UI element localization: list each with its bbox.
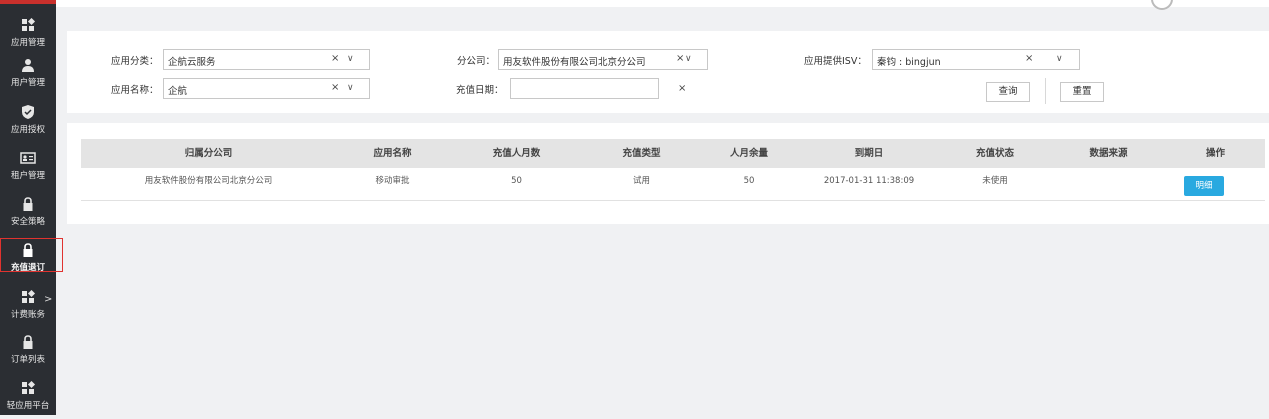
sidebar-item-order-list[interactable]: 订单列表 — [0, 329, 56, 373]
column-header-action: 操作 — [1205, 148, 1225, 159]
column-header-branch: 归属分公司 — [184, 148, 233, 159]
grid-icon — [22, 381, 36, 394]
category-select[interactable]: 企航云服务 × ∨ — [163, 49, 370, 70]
column-header-type: 充值类型 — [622, 148, 661, 159]
isv-clear-icon[interactable]: × — [1025, 53, 1033, 64]
chevron-right-icon: > — [44, 294, 53, 305]
sidebar-item-label: 租户管理 — [10, 171, 45, 181]
column-header-app-name: 应用名称 — [373, 148, 412, 159]
branch-label: 分公司： — [457, 56, 496, 67]
sidebar-item-label: 应用管理 — [10, 38, 45, 48]
reset-button[interactable]: 重置 — [1060, 82, 1104, 102]
date-label: 充值日期： — [456, 85, 504, 96]
query-button[interactable]: 查询 — [986, 82, 1030, 102]
sidebar: 应用管理 用户管理 应用授权 租户管理 安全策略 充值退订 > 计费账务 订单列… — [0, 0, 56, 415]
sidebar-item-light-app-platform[interactable]: 轻应用平台 — [0, 375, 56, 419]
user-icon — [22, 59, 34, 72]
column-header-source: 数据来源 — [1089, 148, 1128, 159]
sidebar-item-label: 安全策略 — [10, 217, 45, 227]
cell-type: 试用 — [632, 176, 650, 186]
sidebar-item-label: 计费账务 — [10, 310, 45, 320]
branch-select[interactable]: 用友软件股份有限公司北京分公司 × ∨ — [498, 49, 708, 70]
sidebar-item-label: 应用授权 — [10, 125, 45, 135]
cell-status: 未使用 — [982, 176, 1008, 186]
isv-label: 应用提供ISV： — [804, 56, 867, 67]
sidebar-item-label: 订单列表 — [10, 355, 45, 365]
sidebar-top-accent — [0, 0, 56, 4]
sidebar-item-app-management[interactable]: 应用管理 — [0, 12, 56, 56]
cell-source — [1051, 168, 1166, 200]
category-clear-icon[interactable]: × — [331, 53, 339, 64]
cell-expiry: 2017-01-31 11:38:09 — [823, 176, 915, 186]
id-card-icon — [20, 152, 36, 164]
isv-value: 秦钧 : bingjun — [877, 57, 941, 68]
sidebar-item-app-authorization[interactable]: 应用授权 — [0, 99, 56, 143]
avatar[interactable] — [1151, 0, 1173, 10]
lock-icon — [23, 197, 33, 211]
app-name-clear-icon[interactable]: × — [331, 82, 339, 93]
sidebar-item-label: 用户管理 — [10, 78, 45, 88]
app-name-select[interactable]: 企航 × ∨ — [163, 78, 370, 99]
date-input[interactable] — [510, 78, 659, 99]
chevron-down-icon[interactable]: ∨ — [347, 83, 354, 93]
column-header-expiry: 到期日 — [854, 148, 884, 159]
cell-branch: 用友软件股份有限公司北京分公司 — [144, 176, 273, 186]
active-item-highlight — [0, 238, 63, 272]
cell-remaining: 50 — [743, 176, 755, 186]
sidebar-item-label: 轻应用平台 — [6, 401, 50, 411]
button-divider — [1045, 78, 1046, 104]
results-panel: 归属分公司 应用名称 充值人月数 充值类型 人月余量 到期日 充值状态 数据来源… — [67, 123, 1269, 224]
column-header-remaining: 人月余量 — [729, 148, 768, 159]
sidebar-item-user-management[interactable]: 用户管理 — [0, 52, 56, 96]
grid-icon — [22, 18, 36, 31]
top-header-strip — [56, 0, 1269, 7]
date-clear-icon[interactable]: × — [678, 83, 686, 94]
filter-panel: 应用分类： 企航云服务 × ∨ 分公司： 用友软件股份有限公司北京分公司 × ∨… — [67, 31, 1269, 113]
chevron-down-icon[interactable]: ∨ — [685, 54, 692, 64]
sidebar-item-security-policy[interactable]: 安全策略 — [0, 191, 56, 235]
cell-months: 50 — [511, 176, 522, 186]
grid-icon — [22, 290, 36, 303]
category-label: 应用分类： — [111, 56, 159, 67]
table-row: 用友软件股份有限公司北京分公司 移动审批 50 试用 50 2017-01-31… — [81, 168, 1265, 201]
lock-icon — [23, 335, 33, 349]
isv-select[interactable]: 秦钧 : bingjun × ∨ — [872, 49, 1080, 70]
column-header-status: 充值状态 — [975, 148, 1014, 159]
chevron-down-icon[interactable]: ∨ — [347, 54, 354, 64]
chevron-down-icon[interactable]: ∨ — [1056, 54, 1063, 64]
category-value: 企航云服务 — [168, 57, 216, 68]
cell-app-name: 移动审批 — [375, 176, 410, 186]
branch-value: 用友软件股份有限公司北京分公司 — [503, 57, 646, 68]
sidebar-item-tenant-management[interactable]: 租户管理 — [0, 145, 56, 189]
app-name-value: 企航 — [168, 86, 188, 97]
app-name-label: 应用名称： — [111, 85, 159, 96]
sidebar-item-billing[interactable]: > 计费账务 — [0, 284, 56, 328]
column-header-months: 充值人月数 — [492, 148, 541, 159]
detail-button[interactable]: 明细 — [1184, 176, 1224, 196]
shield-icon — [22, 105, 34, 119]
table-header: 归属分公司 应用名称 充值人月数 充值类型 人月余量 到期日 充值状态 数据来源… — [81, 139, 1265, 168]
branch-clear-icon[interactable]: × — [676, 53, 684, 64]
